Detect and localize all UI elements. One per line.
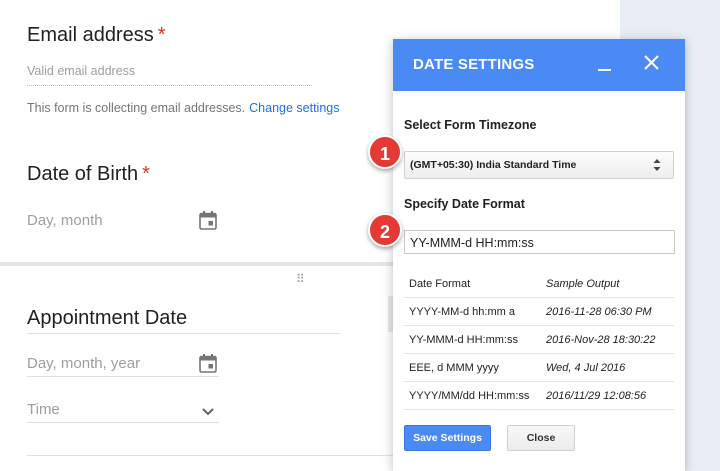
table-header-row: Date Format Sample Output <box>404 268 674 298</box>
annotation-badge-1: 1 <box>368 135 402 169</box>
dialog-title: DATE SETTINGS <box>413 56 535 73</box>
chevron-down-icon[interactable] <box>201 404 215 422</box>
table-row: YYYY-MM-d hh:mm a 2016-11-28 06:30 PM <box>404 298 674 326</box>
collecting-note-text: This form is collecting email addresses. <box>27 101 246 115</box>
appointment-date-field[interactable]: Day, month, year <box>27 355 219 377</box>
format-cell: YY-MMM-d HH:mm:ss <box>409 334 518 346</box>
date-format-input[interactable]: YY-MMM-d HH:mm:ss <box>404 230 675 254</box>
email-field[interactable]: Valid email address <box>27 64 312 86</box>
appointment-question-title[interactable]: Appointment Date <box>27 307 340 334</box>
format-table: Date Format Sample Output YYYY-MM-d hh:m… <box>404 268 674 410</box>
format-cell: YYYY/MM/dd HH:mm:ss <box>409 390 530 402</box>
save-settings-button[interactable]: Save Settings <box>404 425 491 451</box>
table-row: EEE, d MMM yyyy Wed, 4 Jul 2016 <box>404 354 674 382</box>
minimize-icon[interactable] <box>596 52 614 74</box>
timezone-select[interactable]: (GMT+05:30) India Standard Time <box>404 151 674 179</box>
date-settings-dialog: DATE SETTINGS Select Form Timezone (GMT+… <box>393 39 685 471</box>
date-format-label: Specify Date Format <box>404 197 525 211</box>
required-asterisk: * <box>157 24 166 46</box>
dob-title-text: Date of Birth <box>27 163 139 185</box>
email-question-title: Email address * <box>27 24 166 47</box>
table-row: YYYY/MM/dd HH:mm:ss 2016/11/29 12:08:56 <box>404 382 674 410</box>
table-row: YY-MMM-d HH:mm:ss 2016-Nov-28 18:30:22 <box>404 326 674 354</box>
close-button[interactable]: Close <box>507 425 575 451</box>
close-icon[interactable] <box>642 53 662 73</box>
sample-cell: 2016/11/29 12:08:56 <box>546 390 647 402</box>
email-title-text: Email address <box>27 24 154 46</box>
dob-field[interactable]: Day, month <box>27 212 103 229</box>
annotation-badge-2: 2 <box>368 213 402 247</box>
format-cell: EEE, d MMM yyyy <box>409 362 499 374</box>
select-arrows-icon <box>653 158 661 175</box>
header-date-format: Date Format <box>409 278 471 290</box>
dob-question-title: Date of Birth * <box>27 163 150 186</box>
required-asterisk: * <box>142 163 150 185</box>
time-field[interactable]: Time <box>27 401 219 423</box>
sample-cell: 2016-Nov-28 18:30:22 <box>546 334 656 346</box>
collecting-note: This form is collecting email addresses.… <box>27 101 339 115</box>
timezone-value: (GMT+05:30) India Standard Time <box>410 159 577 171</box>
timezone-label: Select Form Timezone <box>404 118 537 132</box>
calendar-icon[interactable] <box>199 354 217 373</box>
change-settings-link[interactable]: Change settings <box>249 101 339 115</box>
calendar-icon[interactable] <box>199 211 217 230</box>
format-cell: YYYY-MM-d hh:mm a <box>409 306 515 318</box>
sample-cell: 2016-11-28 06:30 PM <box>546 306 652 318</box>
dialog-header: DATE SETTINGS <box>393 39 685 91</box>
drag-handle-icon[interactable]: ⠿ <box>296 272 305 286</box>
sample-cell: Wed, 4 Jul 2016 <box>546 362 626 374</box>
header-sample-output: Sample Output <box>546 278 620 290</box>
